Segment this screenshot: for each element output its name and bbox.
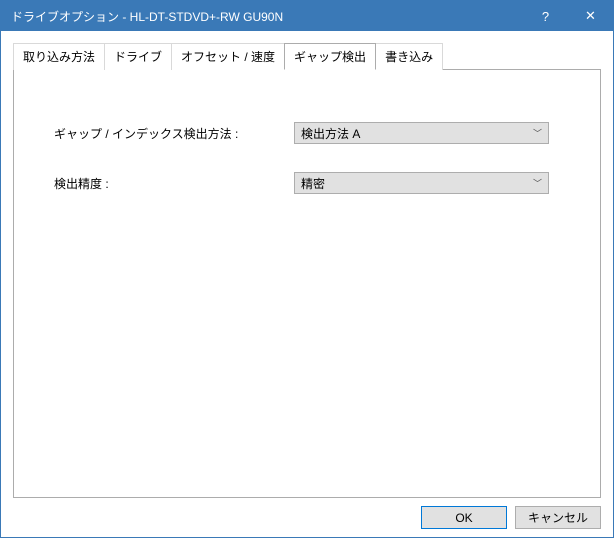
tab-pane: ギャップ / インデックス検出方法 : 検出方法 A ﹀ 検出精度 : 精密 ﹀	[13, 69, 601, 498]
tab-label: ドライブ	[114, 50, 162, 64]
tab-strip: 取り込み方法 ドライブ オフセット / 速度 ギャップ検出 書き込み	[13, 43, 601, 70]
tab-write[interactable]: 書き込み	[375, 43, 443, 70]
label-detect-accuracy: 検出精度 :	[54, 175, 294, 192]
chevron-down-icon: ﹀	[533, 127, 542, 140]
select-detect-accuracy[interactable]: 精密 ﹀	[294, 172, 549, 194]
row-detect-method: ギャップ / インデックス検出方法 : 検出方法 A ﹀	[54, 122, 580, 144]
tab-drive[interactable]: ドライブ	[104, 43, 172, 70]
tab-offset-speed[interactable]: オフセット / 速度	[171, 43, 285, 70]
tab-read-method[interactable]: 取り込み方法	[13, 43, 105, 70]
close-icon: ✕	[585, 8, 596, 24]
dialog-content: 取り込み方法 ドライブ オフセット / 速度 ギャップ検出 書き込み ギャップ …	[1, 31, 613, 537]
tab-label: 取り込み方法	[23, 50, 95, 64]
row-detect-accuracy: 検出精度 : 精密 ﹀	[54, 172, 580, 194]
button-label: キャンセル	[528, 509, 588, 526]
titlebar: ドライブオプション - HL-DT-STDVD+-RW GU90N ? ✕	[1, 1, 613, 31]
tab-label: ギャップ検出	[294, 50, 366, 64]
tab-label: オフセット / 速度	[181, 50, 275, 64]
tab-gap-detection[interactable]: ギャップ検出	[284, 43, 376, 70]
label-detect-method: ギャップ / インデックス検出方法 :	[54, 125, 294, 142]
cancel-button[interactable]: キャンセル	[515, 506, 601, 529]
help-icon: ?	[542, 9, 549, 24]
tab-label: 書き込み	[385, 50, 433, 64]
dialog-buttons: OK キャンセル	[13, 498, 601, 529]
button-label: OK	[455, 511, 472, 525]
select-value: 検出方法 A	[301, 125, 360, 142]
select-value: 精密	[301, 175, 325, 192]
help-button[interactable]: ?	[523, 1, 568, 31]
select-detect-method[interactable]: 検出方法 A ﹀	[294, 122, 549, 144]
close-button[interactable]: ✕	[568, 1, 613, 31]
chevron-down-icon: ﹀	[533, 177, 542, 190]
ok-button[interactable]: OK	[421, 506, 507, 529]
window-title: ドライブオプション - HL-DT-STDVD+-RW GU90N	[11, 8, 523, 25]
